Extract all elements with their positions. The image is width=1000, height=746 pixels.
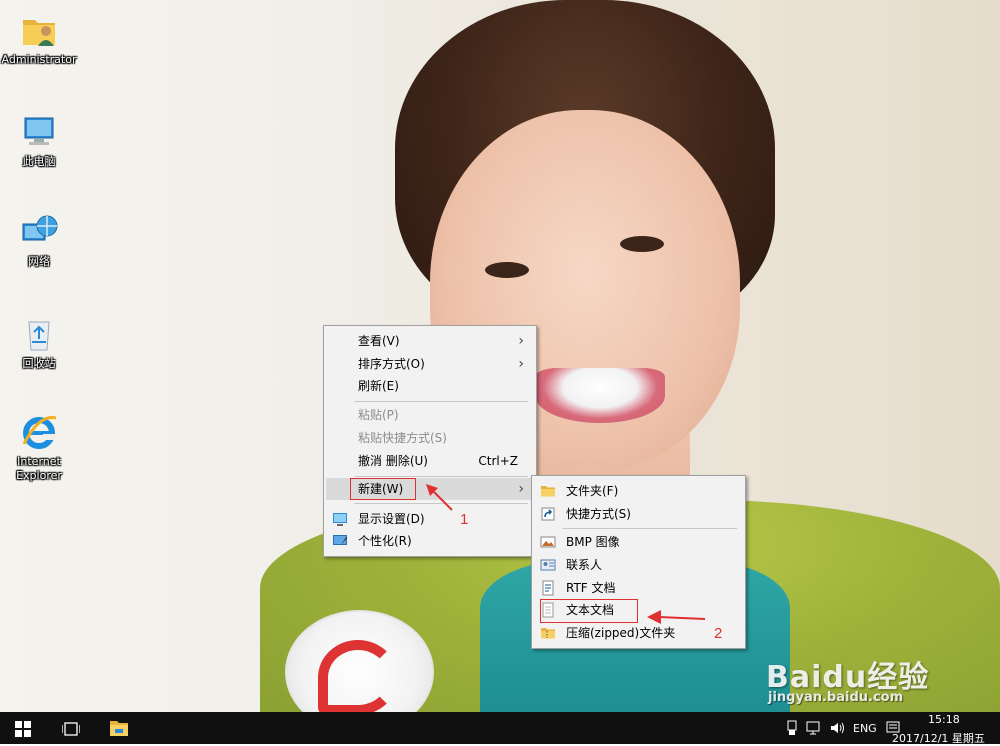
menu-item-shortcut: Ctrl+Z <box>478 454 518 468</box>
menu-item-label: 快捷方式(S) <box>566 507 631 521</box>
wallpaper-eye <box>485 262 529 278</box>
baidu-jingyan-watermark: Baidu经验 jingyan.baidu.com <box>760 650 980 710</box>
submenu-item-contact[interactable]: 联系人 <box>534 554 743 576</box>
highlight-box-new <box>350 478 416 500</box>
wallpaper-eye <box>620 236 664 252</box>
submenu-item-shortcut[interactable]: 快捷方式(S) <box>534 503 743 525</box>
desktop-icon-internet-explorer[interactable]: Internet Explorer <box>0 412 78 483</box>
submenu-item-rtf-document[interactable]: RTF 文档 <box>534 577 743 599</box>
menu-item-label: 文件夹(F) <box>566 484 619 498</box>
menu-item-label: RTF 文档 <box>566 581 616 595</box>
desktop-icon-label: 回收站 <box>22 357 56 370</box>
shortcut-icon <box>541 507 555 521</box>
menu-item-refresh[interactable]: 刷新(E) <box>326 375 534 397</box>
file-explorer-button[interactable] <box>96 712 142 744</box>
chevron-right-icon: › <box>518 333 524 349</box>
volume-icon[interactable] <box>829 720 845 736</box>
internet-explorer-icon <box>22 416 57 449</box>
desktop-icon-label: Internet Explorer <box>16 455 62 482</box>
submenu-item-bmp-image[interactable]: BMP 图像 <box>534 531 743 553</box>
menu-item-label: 排序方式(O) <box>358 357 425 371</box>
submenu-item-folder[interactable]: 文件夹(F) <box>534 480 743 502</box>
desktop-icon-label: Administrator <box>1 53 77 66</box>
chevron-right-icon: › <box>518 481 524 497</box>
menu-item-label: 显示设置(D) <box>358 512 425 526</box>
menu-separator <box>562 528 737 529</box>
watermark-url: jingyan.baidu.com <box>768 690 904 705</box>
rtf-document-icon <box>542 580 554 596</box>
desktop-icon-administrator[interactable]: Administrator <box>0 10 78 67</box>
menu-separator <box>354 401 528 402</box>
submenu-item-zip-folder[interactable]: 压缩(zipped)文件夹 <box>534 622 743 644</box>
task-view-icon <box>62 722 80 736</box>
highlight-box-text-document <box>540 599 638 623</box>
desktop-context-menu: 查看(V) › 排序方式(O) › 刷新(E) 粘贴(P) 粘贴快捷方式(S) … <box>323 325 537 557</box>
windows-start-icon <box>15 721 31 737</box>
wallpaper-mouth <box>535 368 665 423</box>
menu-item-undo-delete[interactable]: 撤消 删除(U) Ctrl+Z <box>326 450 534 472</box>
start-button[interactable] <box>0 712 46 744</box>
menu-item-paste[interactable]: 粘贴(P) <box>326 404 534 426</box>
menu-item-view[interactable]: 查看(V) › <box>326 330 534 352</box>
chevron-right-icon: › <box>518 356 524 372</box>
file-explorer-icon <box>110 721 128 736</box>
annotation-arrow-1 <box>426 484 453 511</box>
wallpaper-badge-mark <box>318 640 398 712</box>
display-settings-icon <box>333 513 347 526</box>
annotation-step-2: 2 <box>714 625 723 642</box>
desktop[interactable]: Administrator 此电脑 网络 回收站 Internet Explor… <box>0 0 1000 712</box>
menu-item-label: 联系人 <box>566 558 603 572</box>
zip-folder-icon <box>541 628 555 639</box>
contact-icon <box>540 559 556 571</box>
input-language-indicator[interactable]: ENG <box>853 722 877 735</box>
usb-device-icon[interactable] <box>785 720 799 736</box>
folder-icon <box>541 486 555 497</box>
menu-item-label: 粘贴快捷方式(S) <box>358 431 447 445</box>
menu-item-label: 刷新(E) <box>358 379 399 393</box>
clock-time[interactable]: 15:18 <box>928 713 960 726</box>
menu-separator <box>354 476 528 477</box>
menu-item-label: BMP 图像 <box>566 535 620 549</box>
desktop-icon-recycle-bin[interactable]: 回收站 <box>0 314 78 371</box>
desktop-icon-this-pc[interactable]: 此电脑 <box>0 112 78 169</box>
menu-item-paste-shortcut[interactable]: 粘贴快捷方式(S) <box>326 427 534 449</box>
computer-icon <box>24 117 54 145</box>
task-view-button[interactable] <box>48 712 94 744</box>
network-icon <box>22 215 58 241</box>
user-folder-icon <box>23 20 55 46</box>
bmp-image-icon <box>540 536 556 548</box>
menu-item-label: 粘贴(P) <box>358 408 399 422</box>
recycle-bin-icon <box>28 321 50 351</box>
annotation-arrow-2 <box>647 610 706 624</box>
menu-item-personalize[interactable]: 个性化(R) <box>326 530 534 552</box>
menu-item-label: 撤消 删除(U) <box>358 454 428 468</box>
desktop-icon-label: 此电脑 <box>22 155 56 168</box>
menu-item-label: 查看(V) <box>358 334 400 348</box>
annotation-step-1: 1 <box>460 511 469 528</box>
menu-item-label: 个性化(R) <box>358 534 412 548</box>
taskbar: ENG 15:18 2017/12/1 星期五 <box>0 712 1000 745</box>
network-tray-icon[interactable] <box>806 720 822 736</box>
desktop-icon-label: 网络 <box>28 255 50 268</box>
desktop-icon-network[interactable]: 网络 <box>0 212 78 269</box>
personalize-icon <box>333 535 347 545</box>
menu-item-sort-by[interactable]: 排序方式(O) › <box>326 353 534 375</box>
